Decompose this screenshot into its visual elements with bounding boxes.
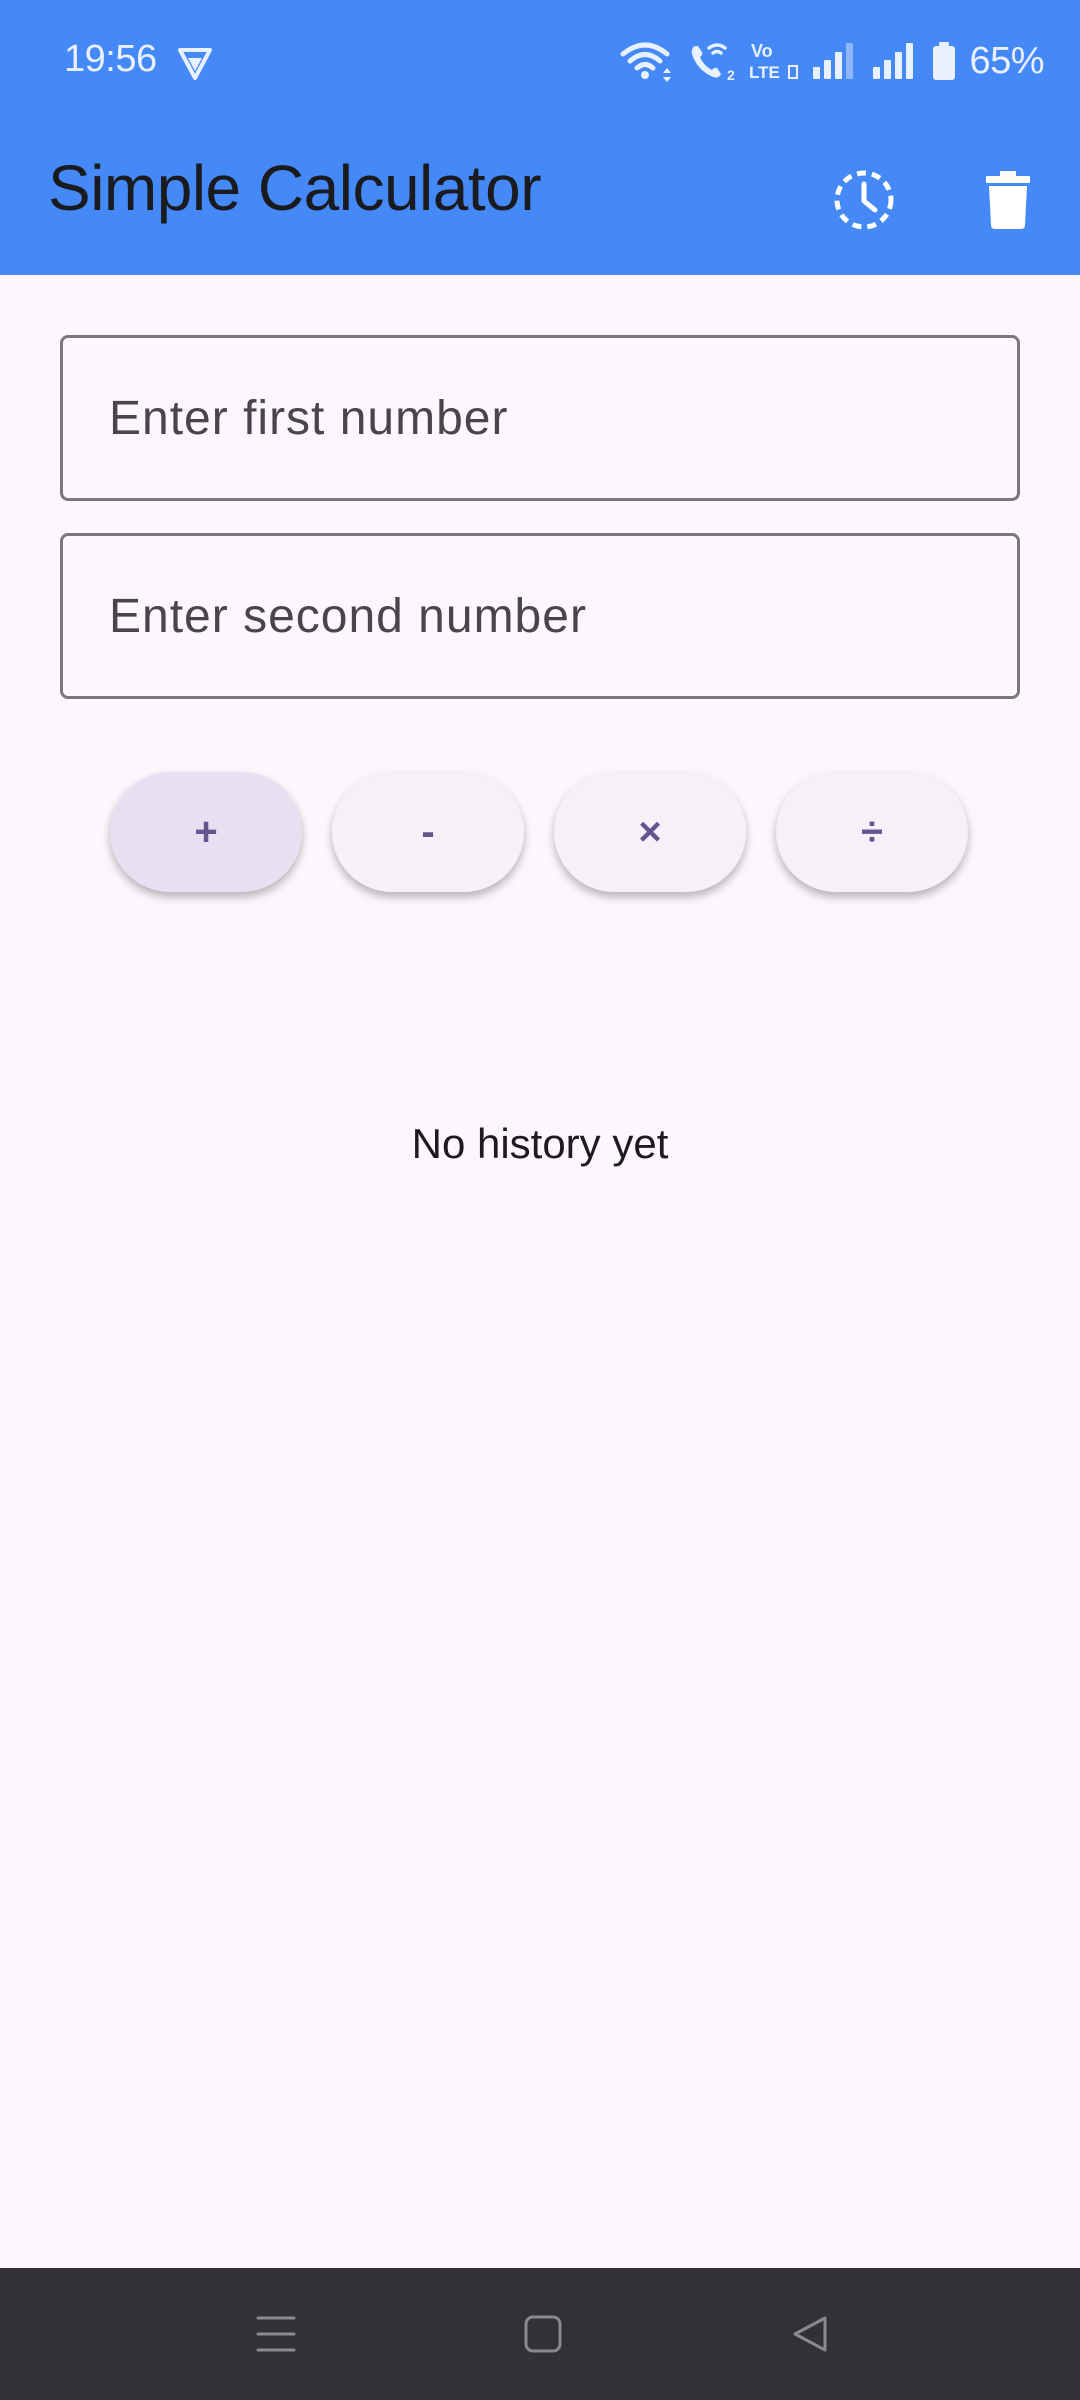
status-bar: 19:56 2 Vo LTE 65% xyxy=(0,0,1080,125)
signal-icon xyxy=(811,41,859,81)
status-icons: 2 Vo LTE 65% xyxy=(619,36,1044,86)
battery-percentage: 65% xyxy=(969,39,1044,82)
wifi-calling-icon: 2 xyxy=(687,40,737,82)
svg-text:Vo: Vo xyxy=(751,41,773,61)
delete-button[interactable] xyxy=(958,150,1058,250)
nav-back-button[interactable] xyxy=(760,2294,860,2374)
page-title: Simple Calculator xyxy=(48,152,542,224)
history-icon xyxy=(834,170,894,230)
add-button[interactable]: + xyxy=(110,772,302,892)
subtract-button[interactable]: - xyxy=(332,772,524,892)
top-header: 19:56 2 Vo LTE 65% Simple Calculator xyxy=(0,0,1080,275)
second-number-field[interactable] xyxy=(60,533,1020,699)
multiply-button[interactable]: × xyxy=(554,772,746,892)
battery-icon xyxy=(931,41,957,81)
back-icon xyxy=(793,2316,827,2352)
nav-home-button[interactable] xyxy=(493,2294,593,2374)
status-time: 19:56 xyxy=(64,38,157,80)
wifi-icon xyxy=(619,40,675,82)
history-button[interactable] xyxy=(814,150,914,250)
app-bar: Simple Calculator xyxy=(0,125,1080,275)
navigation-bar xyxy=(0,2268,1080,2400)
divide-button[interactable]: ÷ xyxy=(776,772,968,892)
signal-icon xyxy=(871,41,919,81)
first-number-input[interactable] xyxy=(109,390,1017,446)
volte-icon: Vo LTE xyxy=(749,40,799,82)
svg-text:2: 2 xyxy=(727,67,735,82)
svg-text:LTE: LTE xyxy=(749,63,780,82)
second-number-input[interactable] xyxy=(109,588,1017,644)
first-number-field[interactable] xyxy=(60,335,1020,501)
home-icon xyxy=(524,2315,562,2353)
nav-menu-button[interactable] xyxy=(226,2294,326,2374)
operation-buttons: + - × ÷ xyxy=(110,772,968,892)
vpn-icon xyxy=(176,44,214,82)
delete-icon xyxy=(986,171,1030,229)
menu-icon xyxy=(256,2316,296,2352)
history-empty-text: No history yet xyxy=(411,1120,669,1167)
